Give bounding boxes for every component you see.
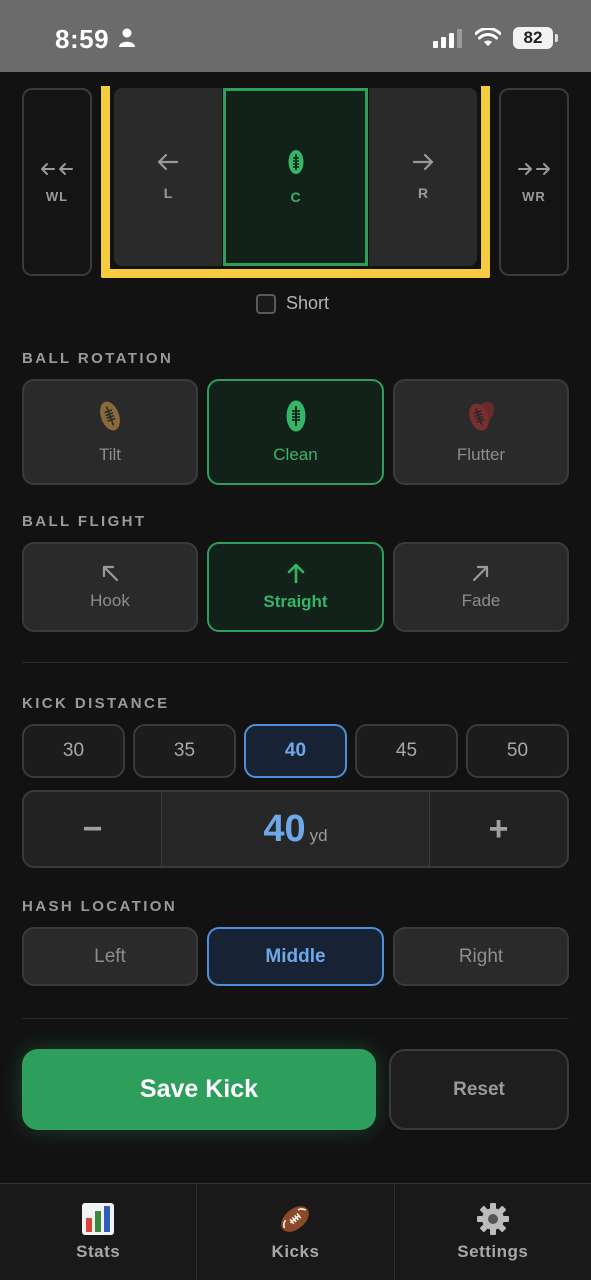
short-toggle[interactable]: Short — [256, 293, 329, 314]
arrow-up-icon — [287, 563, 304, 584]
distance-preset-label: 45 — [395, 740, 418, 761]
rotation-clean-label: Clean — [273, 445, 318, 464]
bar-chart-icon — [82, 1203, 115, 1235]
short-label: Short — [286, 293, 330, 313]
tilted-football-icon — [100, 401, 120, 431]
wing-right-button[interactable]: WR — [499, 88, 569, 276]
tab-settings-label: Settings — [457, 1242, 529, 1261]
wing-left-button[interactable]: WL — [22, 88, 92, 276]
hash-middle-button[interactable]: Middle — [207, 927, 384, 986]
distance-preset-label: 40 — [284, 740, 307, 761]
rotation-flutter-button[interactable]: Flutter — [393, 379, 569, 485]
football-icon — [286, 400, 305, 432]
distance-display: 40 yd — [161, 792, 430, 866]
distance-preset-label: 30 — [62, 740, 85, 761]
tab-settings[interactable]: Settings — [395, 1184, 591, 1280]
distance-preset-label: 35 — [173, 740, 196, 761]
distance-unit: yd — [309, 826, 328, 845]
zone-right-button[interactable]: R — [369, 88, 477, 266]
hash-left-button[interactable]: Left — [22, 927, 198, 986]
save-kick-button[interactable]: Save Kick — [22, 1049, 376, 1130]
flight-hook-button[interactable]: Hook — [22, 542, 198, 632]
hash-right-label: Right — [458, 945, 504, 967]
status-indicators: 82 — [433, 27, 558, 49]
rotation-tilt-label: Tilt — [98, 445, 122, 464]
flight-straight-label: Straight — [263, 592, 328, 611]
battery-indicator: 82 — [513, 27, 558, 49]
section-divider — [22, 662, 569, 663]
goal-target-area: WL L C R WR — [0, 72, 591, 282]
distance-preset-button[interactable]: 40 — [244, 724, 347, 778]
wing-right-label: WR — [522, 188, 546, 204]
reset-button[interactable]: Reset — [389, 1049, 569, 1130]
distance-preset-button[interactable]: 50 — [466, 724, 569, 778]
rotation-clean-button[interactable]: Clean — [207, 379, 384, 485]
distance-preset-button[interactable]: 30 — [22, 724, 125, 778]
zone-center-button[interactable]: C — [223, 88, 368, 266]
zone-left-button[interactable]: L — [114, 88, 222, 266]
tab-stats-label: Stats — [76, 1242, 121, 1261]
status-bar: 8:59 82 — [0, 0, 591, 72]
zone-center-label: C — [290, 189, 301, 205]
tab-stats[interactable]: Stats — [0, 1184, 198, 1280]
zone-left-label: L — [163, 185, 173, 201]
goal-posts: L C R — [101, 86, 490, 278]
flight-fade-label: Fade — [461, 591, 501, 610]
arrow-left-icon — [157, 153, 179, 171]
double-arrow-right-icon — [518, 162, 550, 175]
distance-preset-label: 50 — [506, 740, 529, 761]
distance-preset-button[interactable]: 35 — [133, 724, 236, 778]
kick-distance-title: KICK DISTANCE — [22, 695, 170, 712]
double-arrow-left-icon — [41, 162, 73, 175]
decrement-button[interactable]: − — [24, 792, 161, 866]
flight-fade-button[interactable]: Fade — [393, 542, 569, 632]
flight-hook-label: Hook — [90, 591, 130, 610]
tab-kicks-label: Kicks — [271, 1242, 320, 1261]
hash-middle-label: Middle — [265, 945, 326, 967]
tab-bar: Stats Kicks Settings — [0, 1183, 591, 1280]
wobbling-football-icon — [469, 401, 494, 431]
increment-button[interactable]: + — [430, 792, 567, 866]
distance-stepper: − 40 yd + — [22, 790, 569, 868]
football-icon — [288, 150, 303, 174]
section-divider — [22, 1018, 569, 1019]
wing-left-label: WL — [45, 188, 69, 204]
distance-preset-button[interactable]: 45 — [355, 724, 458, 778]
wifi-icon — [475, 28, 501, 46]
flight-straight-button[interactable]: Straight — [207, 542, 384, 632]
gear-icon — [476, 1203, 509, 1235]
ball-rotation-title: BALL ROTATION — [22, 350, 174, 367]
status-time: 8:59 — [55, 24, 110, 54]
tab-kicks[interactable]: Kicks — [197, 1184, 395, 1280]
arrow-up-right-icon — [472, 565, 489, 582]
person-icon — [119, 28, 135, 47]
hash-location-title: HASH LOCATION — [22, 898, 178, 915]
rotation-tilt-button[interactable]: Tilt — [22, 379, 198, 485]
zone-right-label: R — [417, 185, 429, 201]
short-checkbox[interactable] — [256, 293, 276, 314]
distance-value: 40 — [263, 808, 306, 850]
ball-flight-title: BALL FLIGHT — [22, 513, 147, 530]
hash-left-label: Left — [94, 945, 126, 967]
arrow-right-icon — [412, 153, 434, 171]
arrow-up-left-icon — [102, 565, 119, 582]
signal-icon — [433, 29, 462, 48]
rotation-flutter-label: Flutter — [456, 445, 506, 464]
hash-right-button[interactable]: Right — [393, 927, 569, 986]
football-icon — [281, 1206, 310, 1232]
